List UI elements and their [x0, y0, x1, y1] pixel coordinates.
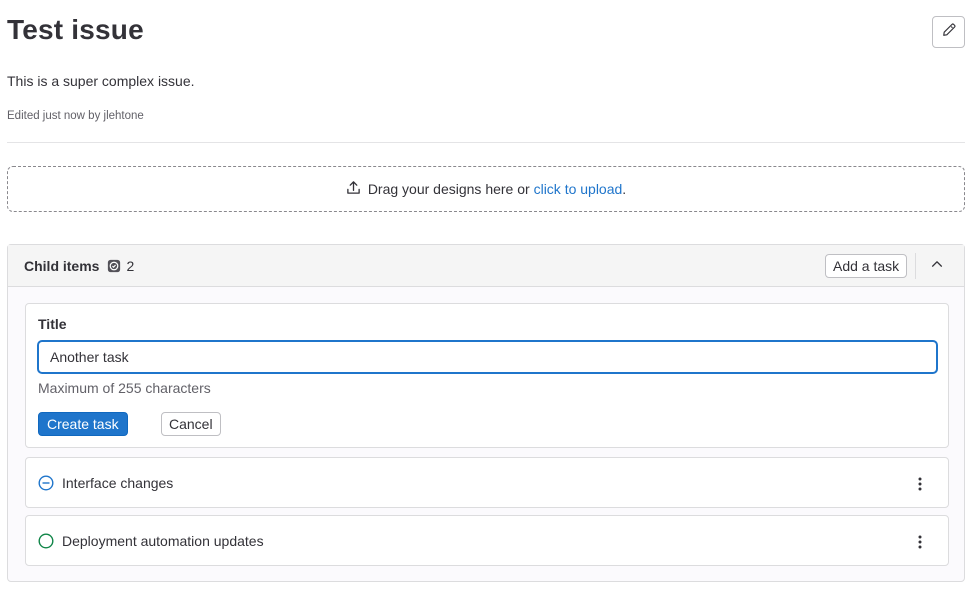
more-actions-icon[interactable]	[910, 474, 930, 494]
edited-note: Edited just now by jlehtone	[7, 110, 144, 122]
add-task-form: Title Maximum of 255 characters Create t…	[25, 303, 949, 448]
upload-icon	[346, 180, 361, 198]
more-actions-icon[interactable]	[910, 532, 930, 552]
header-separator	[915, 253, 916, 279]
child-items-header: Child items 2 Add a task	[8, 245, 964, 287]
child-item-title[interactable]: Interface changes	[62, 475, 173, 491]
page-title: Test issue	[7, 14, 144, 45]
pencil-icon	[942, 23, 956, 42]
issue-open-icon	[38, 532, 54, 549]
cancel-button[interactable]: Cancel	[161, 412, 221, 436]
click-to-upload-link[interactable]: click to upload	[534, 181, 623, 197]
divider	[7, 142, 965, 143]
list-item[interactable]: Interface changes	[25, 457, 949, 508]
issue-description: This is a super complex issue.	[7, 73, 195, 89]
child-items-title: Child items	[24, 257, 100, 274]
child-item-title[interactable]: Deployment automation updates	[62, 533, 264, 549]
edit-button[interactable]	[932, 16, 965, 48]
design-dropzone[interactable]: Drag your designs here or click to uploa…	[7, 166, 965, 212]
task-done-icon	[107, 259, 121, 273]
child-items-card: Child items 2 Add a task Title Maximum o…	[7, 244, 965, 582]
add-task-button[interactable]: Add a task	[825, 254, 908, 278]
task-title-input[interactable]	[38, 341, 937, 373]
dropzone-text: Drag your designs here or	[367, 181, 530, 197]
helper-text: Maximum of 255 characters	[38, 380, 211, 396]
title-label: Title	[38, 316, 67, 332]
chevron-up-icon	[930, 257, 944, 276]
list-item[interactable]: Deployment automation updates	[25, 515, 949, 566]
collapse-button[interactable]	[925, 254, 949, 278]
dropzone-suffix: .	[622, 181, 627, 197]
create-task-button[interactable]: Create task	[38, 412, 128, 436]
issue-open-partial-icon	[38, 474, 54, 491]
child-items-count: 2	[126, 257, 135, 274]
